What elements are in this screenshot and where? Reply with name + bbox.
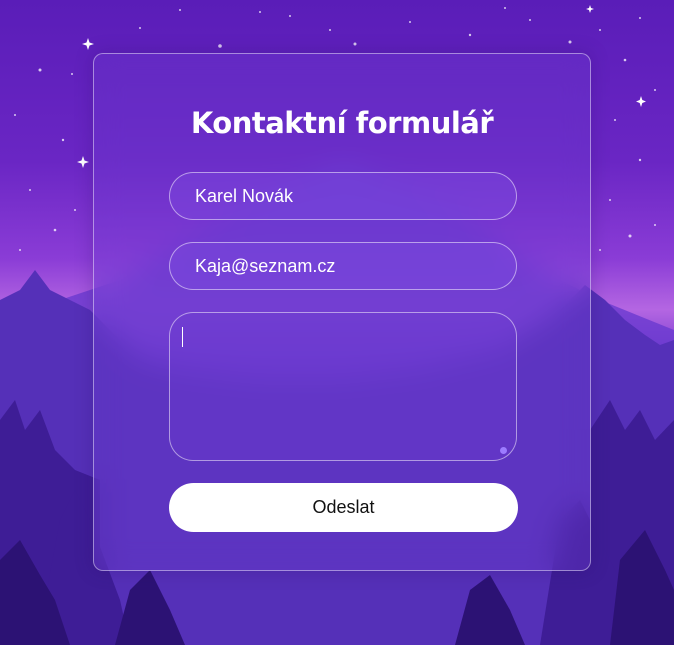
background-scene: Kontaktní formulář Karel Novák Kaja@sezn…: [0, 0, 674, 645]
message-textarea[interactable]: [169, 312, 517, 461]
name-input[interactable]: Karel Novák: [169, 172, 517, 220]
contact-form-card: Kontaktní formulář Karel Novák Kaja@sezn…: [93, 53, 591, 571]
text-caret: [182, 327, 183, 347]
resize-handle[interactable]: [500, 447, 507, 454]
form-title: Kontaktní formulář: [190, 106, 494, 140]
submit-button[interactable]: Odeslat: [169, 483, 518, 532]
email-input[interactable]: Kaja@seznam.cz: [169, 242, 517, 290]
